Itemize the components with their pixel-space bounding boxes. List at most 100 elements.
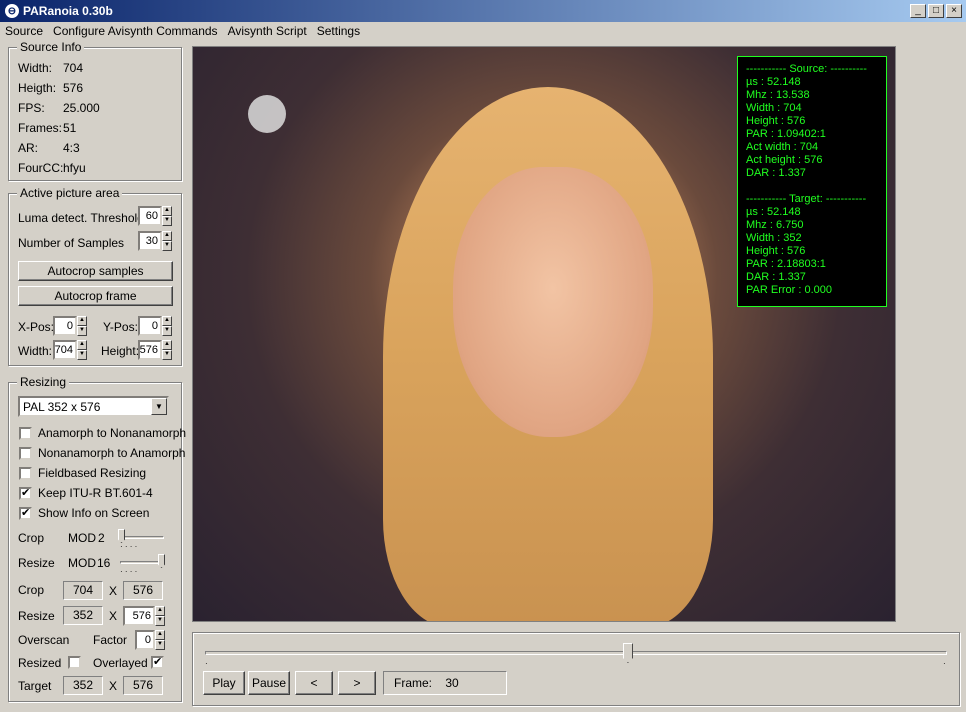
xpos-input[interactable]: 0 — [53, 316, 77, 336]
spin-up-icon[interactable]: ▲ — [155, 606, 165, 616]
show-info-label: Show Info on Screen — [38, 506, 150, 520]
slider-start-tick: · — [205, 659, 208, 668]
info-line: ----------- Target: ----------- — [746, 193, 867, 205]
autocrop-frame-button[interactable]: Autocrop frame — [18, 286, 173, 306]
resize-height-input[interactable]: 576 — [123, 606, 155, 626]
playback-panel: · · Play Pause < > Frame: 30 — [192, 632, 960, 706]
pause-button[interactable]: Pause — [248, 671, 290, 695]
info-line: DAR : 1.337 — [746, 167, 806, 179]
spin-down-icon[interactable]: ▼ — [77, 326, 87, 336]
spin-down-icon[interactable]: ▼ — [162, 326, 172, 336]
info-line: Height : 576 — [746, 245, 806, 257]
luma-threshold-label: Luma detect. Threshold — [18, 211, 144, 225]
spin-down-icon[interactable]: ▼ — [77, 350, 87, 360]
source-fourcc-value: hfyu — [63, 161, 86, 175]
spin-down-icon[interactable]: ▼ — [155, 640, 165, 650]
info-line: PAR : 2.18803:1 — [746, 258, 826, 270]
spin-down-icon[interactable]: ▼ — [162, 216, 172, 226]
crop-mod-slider[interactable] — [120, 536, 164, 539]
target-label: Target — [18, 679, 52, 693]
spin-down-icon[interactable]: ▼ — [155, 616, 165, 626]
nonanamorph-to-anamorph-checkbox[interactable] — [19, 447, 32, 460]
factor-spinner[interactable]: 0 ▲ ▼ — [135, 630, 165, 650]
active-height-input[interactable]: 576 — [138, 340, 162, 360]
spin-up-icon[interactable]: ▲ — [162, 340, 172, 350]
spin-down-icon[interactable]: ▼ — [162, 350, 172, 360]
resize-mod-slider[interactable] — [120, 561, 164, 564]
spin-up-icon[interactable]: ▲ — [162, 231, 172, 241]
active-height-spinner[interactable]: 576 ▲ ▼ — [138, 340, 172, 360]
video-preview[interactable]: ----------- Source: ---------- µs : 52.1… — [192, 46, 896, 622]
active-width-spinner[interactable]: 704 ▲ ▼ — [53, 340, 87, 360]
fieldbased-resizing-checkbox[interactable] — [19, 467, 32, 480]
info-line: ----------- Source: ---------- — [746, 63, 867, 75]
spin-up-icon[interactable]: ▲ — [162, 316, 172, 326]
resize-mod-ticks: · · · · — [120, 567, 138, 576]
xpos-spinner[interactable]: 0 ▲ ▼ — [53, 316, 87, 336]
spin-up-icon[interactable]: ▲ — [155, 630, 165, 640]
title-bar: ⊖ PARanoia 0.30b _ □ × — [0, 0, 966, 22]
menu-avisynth-script[interactable]: Avisynth Script — [223, 24, 312, 38]
anamorph-to-nonanamorph-checkbox[interactable] — [19, 427, 32, 440]
resize-height-spinner[interactable]: 576 ▲ ▼ — [123, 606, 165, 626]
crop-x-separator: X — [109, 584, 118, 598]
show-info-checkbox[interactable]: ✔ — [19, 507, 32, 520]
frame-slider[interactable] — [205, 651, 947, 655]
anamorph-to-nonanamorph-label: Anamorph to Nonanamorph — [38, 426, 187, 440]
app-icon: ⊖ — [5, 4, 19, 18]
info-line: Mhz : 13.538 — [746, 89, 810, 101]
autocrop-samples-button[interactable]: Autocrop samples — [18, 261, 173, 281]
minimize-button[interactable]: _ — [910, 4, 926, 18]
ypos-spinner[interactable]: 0 ▲ ▼ — [138, 316, 172, 336]
close-button[interactable]: × — [946, 4, 962, 18]
resize-mod-row-label: Resize — [18, 556, 55, 570]
luma-threshold-spinner[interactable]: 60 ▲ ▼ — [138, 206, 172, 226]
info-line: µs : 52.148 — [746, 206, 801, 218]
source-ar-label: AR: — [18, 141, 39, 155]
target-x-separator: X — [109, 679, 118, 693]
menu-configure-avisynth[interactable]: Configure Avisynth Commands — [48, 24, 223, 38]
nonanamorph-to-anamorph-label: Nonanamorph to Anamorph — [38, 446, 186, 460]
info-line: Mhz : 6.750 — [746, 219, 804, 231]
factor-input[interactable]: 0 — [135, 630, 155, 650]
info-line: PAR : 1.09402:1 — [746, 128, 826, 140]
ypos-input[interactable]: 0 — [138, 316, 162, 336]
target-height-value: 576 — [123, 676, 163, 695]
resized-checkbox[interactable] — [68, 656, 81, 669]
overlayed-label: Overlayed — [93, 656, 148, 670]
fieldbased-resizing-label: Fieldbased Resizing — [38, 466, 147, 480]
keep-itu-checkbox[interactable]: ✔ — [19, 487, 32, 500]
target-width-value: 352 — [63, 676, 103, 695]
spin-down-icon[interactable]: ▼ — [162, 241, 172, 251]
spin-up-icon[interactable]: ▲ — [162, 206, 172, 216]
channel-logo — [248, 95, 286, 133]
resize-preset-value: PAL 352 x 576 — [23, 399, 101, 414]
source-fourcc-label: FourCC: — [18, 161, 64, 175]
crop-mod-label: MOD — [68, 531, 96, 545]
overlayed-checkbox[interactable]: ✔ — [151, 656, 164, 669]
frame-display: Frame: 30 — [383, 671, 507, 695]
active-width-input[interactable]: 704 — [53, 340, 77, 360]
samples-spinner[interactable]: 30 ▲ ▼ — [138, 231, 172, 251]
source-fps-value: 25.000 — [63, 101, 100, 115]
maximize-button[interactable]: □ — [928, 4, 944, 18]
frame-slider-thumb[interactable] — [622, 643, 633, 663]
menu-bar: Source Configure Avisynth Commands Avisy… — [0, 22, 966, 40]
play-button[interactable]: Play — [203, 671, 245, 695]
info-line: PAR Error : 0.000 — [746, 284, 832, 296]
resize-preset-select[interactable]: PAL 352 x 576 ▼ — [18, 396, 169, 417]
spin-up-icon[interactable]: ▲ — [77, 316, 87, 326]
menu-settings[interactable]: Settings — [312, 24, 365, 38]
luma-threshold-input[interactable]: 60 — [138, 206, 162, 226]
next-frame-button[interactable]: > — [338, 671, 376, 695]
menu-source[interactable]: Source — [0, 24, 48, 38]
source-width-value: 704 — [63, 61, 84, 75]
previous-frame-button[interactable]: < — [295, 671, 333, 695]
resized-label: Resized — [18, 656, 62, 670]
chevron-down-icon[interactable]: ▼ — [151, 398, 167, 415]
video-frame-face — [453, 167, 653, 437]
frame-value: 30 — [445, 676, 459, 690]
spin-up-icon[interactable]: ▲ — [77, 340, 87, 350]
samples-input[interactable]: 30 — [138, 231, 162, 251]
active-width-label: Width: — [18, 344, 53, 358]
